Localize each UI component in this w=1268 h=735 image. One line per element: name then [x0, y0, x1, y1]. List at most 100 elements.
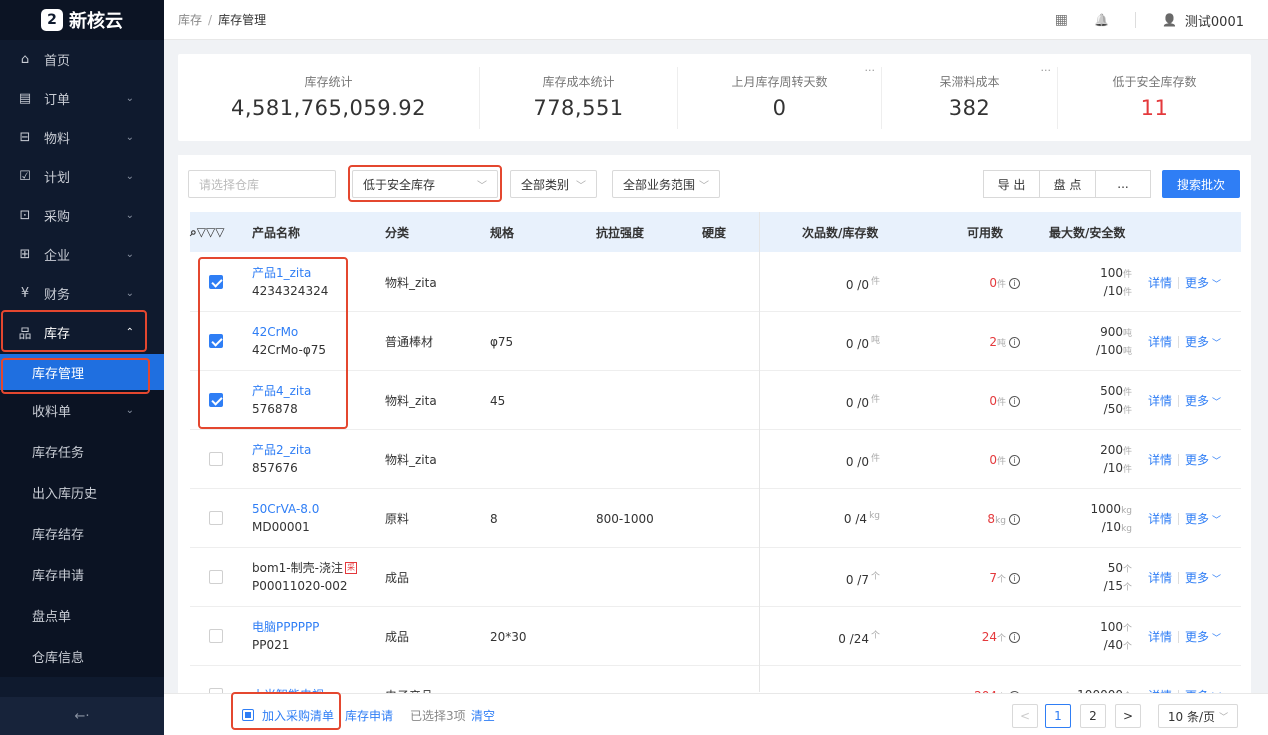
sidebar-item-3[interactable]: ☑ 计划 ⌄ [0, 157, 164, 196]
search-batch-button[interactable]: 搜索批次 [1162, 170, 1240, 198]
info-icon[interactable]: i [1009, 513, 1020, 525]
row-checkbox[interactable] [209, 629, 223, 643]
stock-filter-select[interactable]: 低于安全库存 ﹀ [352, 170, 498, 198]
filter-icon[interactable]: ▽ [206, 225, 215, 239]
filter-icon[interactable]: ▽ [215, 225, 224, 239]
fixed-column-divider [759, 212, 760, 692]
table-row[interactable]: 42CrMo 42CrMo-φ75 普通棒材 φ75 0 /0 吨 2吨 i 900吨/100吨… [190, 312, 1241, 371]
defect-cell: 0 /0 吨 [800, 312, 880, 371]
row-checkbox[interactable] [209, 511, 223, 525]
more-dropdown[interactable]: 更多﹀ [1185, 569, 1221, 586]
inventory-check-button[interactable]: 盘 点 [1039, 170, 1096, 198]
sidebar-subitem-6[interactable]: 盘点单 [0, 595, 164, 636]
filter-icon[interactable]: ▽ [197, 225, 206, 239]
sidebar-item-2[interactable]: ⊟ 物料 ⌄ [0, 118, 164, 157]
page-size-select[interactable]: 10 条/页 ﹀ [1158, 704, 1238, 728]
table-row[interactable]: 产品2_zita 857676 物料_zita 0 /0 件 0件 i 200件/10件 详情更… [190, 430, 1241, 489]
warehouse-select[interactable]: 请选择仓库 [188, 170, 336, 198]
stock-apply-link[interactable]: 库存申请 [345, 707, 393, 724]
row-checkbox[interactable] [209, 334, 223, 348]
row-checkbox[interactable] [209, 570, 223, 584]
product-code: MD00001 [252, 519, 310, 534]
product-name-link[interactable]: 电脑PPPPPP [252, 619, 319, 636]
page-2-button[interactable]: 2 [1080, 704, 1106, 728]
product-name-link[interactable]: 产品2_zita [252, 442, 311, 459]
stat-label: 上月库存周转天数 [731, 74, 828, 89]
more-dropdown[interactable]: 更多﹀ [1185, 333, 1221, 350]
stock-filter-value: 低于安全库存 [363, 177, 436, 192]
sidebar-subitem-label: 库存任务 [32, 446, 85, 461]
more-dropdown[interactable]: 更多﹀ [1185, 628, 1221, 645]
actions-cell: 详情更多﹀ [1148, 548, 1221, 607]
row-checkbox[interactable] [209, 393, 223, 407]
sidebar-subitem-3[interactable]: 出入库历史 [0, 472, 164, 513]
logo[interactable]: 2 新核云 [0, 0, 164, 40]
detail-link[interactable]: 详情 [1148, 628, 1172, 645]
more-actions-button[interactable]: ... [1095, 170, 1151, 198]
add-to-purchase-list-link[interactable]: 加入采购清单 [262, 707, 334, 724]
detail-link[interactable]: 详情 [1148, 510, 1172, 527]
max-count: 1000 [1090, 501, 1122, 516]
info-icon[interactable]: i [1009, 454, 1020, 466]
sidebar-item-6[interactable]: ¥ 财务 ⌄ [0, 274, 164, 313]
breadcrumb-root[interactable]: 库存 [178, 13, 202, 27]
sidebar-subitem-0[interactable]: 库存管理 [0, 354, 164, 390]
export-button[interactable]: 导 出 [983, 170, 1040, 198]
info-icon[interactable]: i [1009, 336, 1020, 348]
business-scope-select[interactable]: 全部业务范围 ﹀ [612, 170, 720, 198]
info-icon[interactable]: i [1009, 631, 1020, 643]
info-icon[interactable]: i [1009, 572, 1020, 584]
detail-link[interactable]: 详情 [1148, 451, 1172, 468]
table-row[interactable]: bom1-制壳-浇注采 P00011020-002 成品 0 /7 个 7个 i 50个/15… [190, 548, 1241, 607]
page-1-button[interactable]: 1 [1045, 704, 1071, 728]
available-value: 0件 i [989, 276, 1020, 290]
sidebar-subitem-4[interactable]: 库存结存 [0, 513, 164, 554]
defect-value: 0 /7 个 [846, 569, 880, 587]
row-checkbox[interactable] [209, 275, 223, 289]
more-dropdown[interactable]: 更多﹀ [1185, 451, 1221, 468]
detail-link[interactable]: 详情 [1148, 333, 1172, 350]
stat-more-icon[interactable]: ... [865, 61, 876, 74]
table-row[interactable]: 产品4_zita 576878 物料_zita 45 0 /0 件 0件 i 500件/50件详… [190, 371, 1241, 430]
sidebar-subitem-7[interactable]: 仓库信息 [0, 636, 164, 677]
select-all-checkbox[interactable] [242, 709, 254, 721]
sidebar-subitem-2[interactable]: 库存任务 [0, 431, 164, 472]
row-checkbox[interactable] [209, 452, 223, 466]
product-name-link[interactable]: 50CrVA-8.0 [252, 501, 319, 518]
clear-selection-link[interactable]: 清空 [471, 707, 495, 724]
more-dropdown[interactable]: 更多﹀ [1185, 510, 1221, 527]
breadcrumb-separator: / [208, 13, 213, 27]
detail-link[interactable]: 详情 [1148, 392, 1172, 409]
table-row[interactable]: 电脑PPPPPP PP021 成品 20*30 0 /24 个 24个 i 100个/40个 详情… [190, 607, 1241, 666]
product-name-link[interactable]: bom1-制壳-浇注采 [252, 560, 357, 577]
collapse-sidebar-button[interactable]: ←· [0, 697, 164, 735]
more-dropdown[interactable]: 更多﹀ [1185, 392, 1221, 409]
prev-page-button[interactable]: < [1012, 704, 1038, 728]
sidebar-subitem-1[interactable]: 收料单 ⌄ [0, 390, 164, 431]
table-row[interactable]: 50CrVA-8.0 MD00001 原料 8 800-1000 0 /4 kg 8kg i 10… [190, 489, 1241, 548]
maxsafe-cell: 100件/10件 [1070, 253, 1132, 312]
search-icon[interactable]: ⌕ [190, 225, 197, 240]
user-menu[interactable]: 👤 测试0001 [1162, 11, 1244, 30]
product-name-link[interactable]: 产品4_zita [252, 383, 311, 400]
table-row[interactable]: 产品1_zita 4234324324 物料_zita 0 /0 件 0件 i 100件/10… [190, 253, 1241, 312]
category-select[interactable]: 全部类别 ﹀ [510, 170, 597, 198]
sidebar-item-5[interactable]: ⊞ 企业 ⌄ [0, 235, 164, 274]
sidebar-subitem-5[interactable]: 库存申请 [0, 554, 164, 595]
next-page-button[interactable]: > [1115, 704, 1141, 728]
sidebar-item-1[interactable]: ▤ 订单 ⌄ [0, 79, 164, 118]
info-icon[interactable]: i [1009, 395, 1020, 407]
detail-link[interactable]: 详情 [1148, 274, 1172, 291]
more-dropdown[interactable]: 更多﹀ [1185, 274, 1221, 291]
sidebar-item-7[interactable]: 品库存 ⌃ [0, 313, 164, 352]
product-name-link[interactable]: 产品1_zita [252, 265, 328, 282]
stat-more-icon[interactable]: ... [1041, 61, 1052, 74]
sidebar-item-0[interactable]: ⌂ 首页 [0, 40, 164, 79]
detail-link[interactable]: 详情 [1148, 569, 1172, 586]
notification-bell-icon[interactable]: 🔔 [1094, 13, 1109, 27]
info-icon[interactable]: i [1009, 277, 1020, 289]
sidebar-item-4[interactable]: ⊡ 采购 ⌄ [0, 196, 164, 235]
product-name-link[interactable]: 42CrMo [252, 324, 326, 341]
qr-code-icon[interactable]: ▦ [1055, 12, 1068, 28]
sidebar-item-label: 财务 [44, 288, 71, 303]
